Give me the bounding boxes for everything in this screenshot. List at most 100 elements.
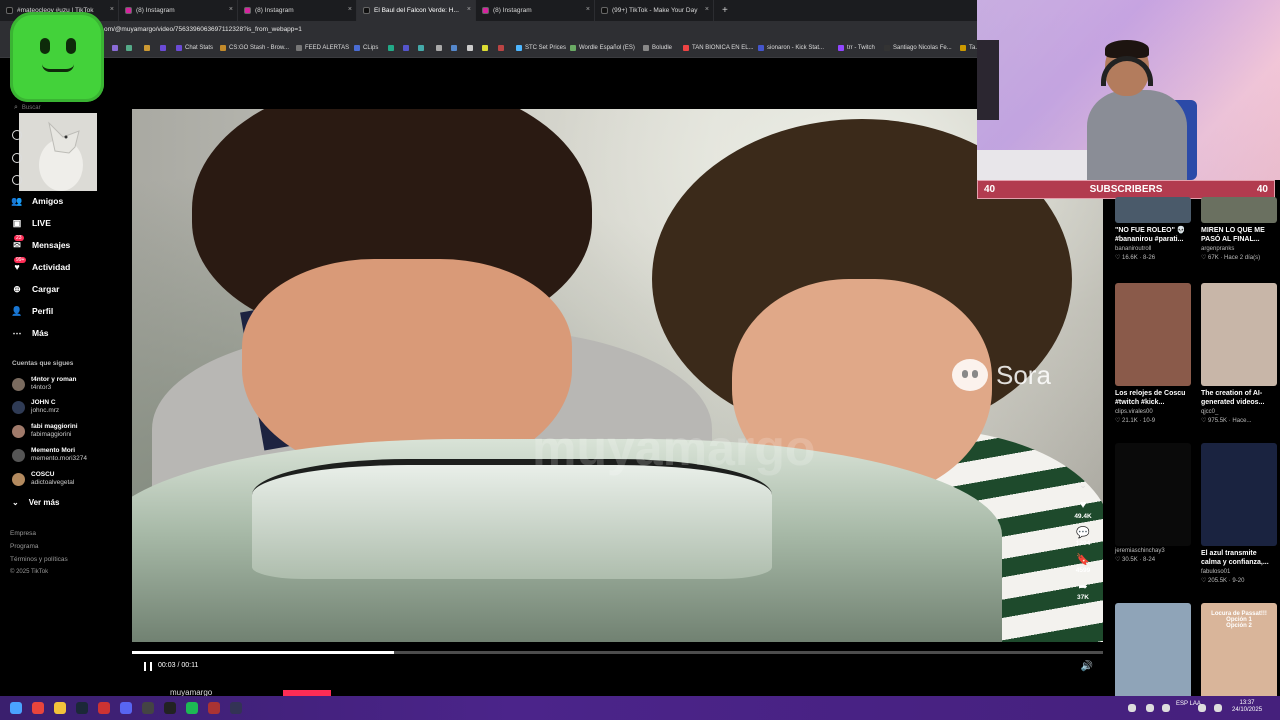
video-thumbnail[interactable] [1115, 603, 1191, 706]
close-icon[interactable]: × [229, 6, 233, 13]
video-thumbnail[interactable]: Locura de Passat!!! Opción 1 Opción 2 [1201, 603, 1277, 706]
followed-account[interactable]: Memento Mori memento.mori3274 [12, 447, 87, 463]
bookmark-item[interactable]: Boludle [643, 45, 672, 51]
volume-icon[interactable]: 🔊 [1081, 661, 1093, 672]
clock[interactable]: 13:37 24/10/2025 [1232, 700, 1262, 714]
heart-icon[interactable]: ♥ [1077, 499, 1089, 511]
video-author[interactable]: fabuloso01 [1201, 569, 1277, 575]
bookmark-item[interactable]: sionaron - Kick Stat... [758, 45, 824, 51]
home-icon[interactable] [12, 130, 22, 140]
recommended-video-card[interactable]: Los relojes de Coscu #twitch #kick... cli… [1115, 283, 1191, 424]
bookmark-icon[interactable] [451, 45, 460, 51]
share-icon[interactable]: ➦ [1077, 580, 1089, 593]
comment-icon[interactable]: 💬 [1076, 526, 1090, 539]
browser-tab[interactable]: (8) Instagram × [119, 0, 238, 21]
address-bar[interactable]: om/@muyamargo/video/7563396063697112328?… [0, 21, 977, 41]
recommended-video-card[interactable]: jeremiaschinchay3 ♡ 30.5K · 8-24 [1115, 443, 1191, 563]
video-thumbnail[interactable] [1115, 283, 1191, 386]
bookmark-icon[interactable] [418, 45, 427, 51]
bookmark-icon[interactable] [403, 45, 412, 51]
followed-account[interactable]: JOHN Cjohnc.mrz [12, 399, 59, 415]
bookmark-icon[interactable] [467, 45, 476, 51]
close-icon[interactable]: × [705, 6, 709, 13]
recommended-video-card[interactable] [1115, 603, 1191, 706]
bookmark-icon[interactable] [160, 45, 169, 51]
discord-icon[interactable] [120, 702, 132, 714]
pause-button[interactable] [144, 662, 152, 671]
browser-tab[interactable]: (99+) TikTok - Make Your Day × [595, 0, 714, 21]
close-icon[interactable]: × [467, 6, 471, 13]
tray-icon[interactable] [1162, 704, 1170, 712]
bookmark-item[interactable]: trr - Twitch [838, 45, 875, 51]
see-more-button[interactable]: ⌄ Ver más [12, 498, 59, 507]
tray-icon[interactable] [1146, 704, 1154, 712]
sidebar-item-actividad[interactable]: ♥ Actividad [12, 262, 70, 272]
video-action[interactable]: 💬 1204 [1074, 526, 1091, 548]
bookmark-icon[interactable] [388, 45, 397, 51]
new-tab-button[interactable]: + [722, 5, 728, 16]
video-action[interactable]: ➦ 37K [1074, 580, 1091, 602]
bookmark-icon[interactable] [436, 45, 445, 51]
close-icon[interactable]: × [348, 6, 352, 13]
video-thumbnail[interactable] [1201, 197, 1277, 223]
footer-link[interactable]: Empresa [10, 530, 36, 537]
recommended-video-card[interactable]: MIREN LO QUE ME PASÓ AL FINAL... argenpra… [1201, 197, 1277, 261]
sidebar-item-mensajes[interactable]: ✉ Mensajes [12, 240, 70, 251]
video-progress-bar[interactable] [132, 651, 1103, 654]
bookmark-icon[interactable] [112, 45, 121, 51]
video-author[interactable]: clips.virales00 [1115, 409, 1191, 415]
bookmark-item[interactable]: Wordle Español (ES) [570, 45, 635, 51]
sidebar-item-cargar[interactable]: ⊕ Cargar [12, 284, 59, 295]
explore-icon[interactable] [12, 153, 22, 163]
app-icon[interactable] [98, 702, 110, 714]
app-icon[interactable] [230, 702, 242, 714]
video-action[interactable]: ♥ 49.4K [1074, 499, 1091, 520]
recommended-video-card[interactable]: Locura de Passat!!! Opción 1 Opción 2 [1201, 603, 1277, 706]
video-thumbnail[interactable] [1115, 197, 1191, 223]
video-thumbnail[interactable] [1201, 283, 1277, 386]
app-icon[interactable] [164, 702, 176, 714]
windows-start-icon[interactable] [10, 702, 22, 714]
sidebar-item-perfil[interactable]: 👤 Perfil [11, 306, 53, 317]
bookmark-item[interactable]: Santiago Nicolas Fe... [884, 45, 952, 51]
bookmark-item[interactable]: CLips [354, 45, 378, 51]
author-name[interactable]: muyamargo [170, 688, 212, 696]
video-thumbnail[interactable] [1115, 443, 1191, 546]
search-bar[interactable]: ⌕ Buscar [14, 104, 41, 112]
steam-icon[interactable] [76, 702, 88, 714]
bookmark-item[interactable]: Chat Stats [176, 45, 213, 51]
recommended-video-card[interactable]: El azul transmite calma y confianza,... f… [1201, 443, 1277, 584]
browser-tab[interactable]: (8) Instagram × [238, 0, 357, 21]
tray-icon[interactable] [1128, 704, 1136, 712]
app-icon[interactable] [142, 702, 154, 714]
sidebar-item-live[interactable]: ▣ LIVE [12, 218, 51, 229]
bookmark-icon[interactable]: 🔖 [1076, 553, 1090, 566]
video-author[interactable]: argenpranks [1201, 246, 1277, 252]
video-thumbnail[interactable] [1201, 443, 1277, 546]
bookmark-item[interactable]: TAN BIONICA EN EL... [683, 45, 754, 51]
video-action[interactable]: 🔖 4599 [1074, 553, 1091, 575]
followed-account[interactable]: COSCU adictoalvegetal [12, 471, 74, 487]
browser-tab[interactable]: (8) Instagram × [476, 0, 595, 21]
bookmark-item[interactable]: FEED ALERTAS [296, 45, 349, 51]
footer-link[interactable]: Términos y políticas [10, 556, 68, 563]
bookmark-item[interactable]: STC Set Prices [516, 45, 566, 51]
recommended-video-card[interactable]: "NO FUE ROLEO" 💀 #bananirou #parati... ba… [1115, 197, 1191, 261]
chevron-down-icon[interactable]: ⌄ [1079, 480, 1087, 491]
followed-account[interactable]: fabi maggiorini fabimaggiorini [12, 423, 78, 439]
video-author[interactable]: bananiroutroll [1115, 246, 1191, 252]
footer-link[interactable]: Programa [10, 543, 39, 550]
sidebar-item-más[interactable]: ⋯ Más [12, 328, 49, 339]
bookmark-icon[interactable] [498, 45, 507, 51]
app-icon[interactable] [208, 702, 220, 714]
spotify-icon[interactable] [186, 702, 198, 714]
chrome-icon[interactable] [32, 702, 44, 714]
browser-tab[interactable]: El Baul del Falcon Verde: H... × [357, 0, 476, 21]
following-icon[interactable] [12, 175, 22, 185]
bookmark-icon[interactable] [144, 45, 153, 51]
close-icon[interactable]: × [586, 6, 590, 13]
tray-icon[interactable] [1198, 704, 1206, 712]
video-player[interactable]: muyamargo Sora [132, 109, 1103, 642]
video-author[interactable]: jeremiaschinchay3 [1115, 548, 1191, 554]
video-author[interactable]: qjcc0_ [1201, 409, 1277, 415]
